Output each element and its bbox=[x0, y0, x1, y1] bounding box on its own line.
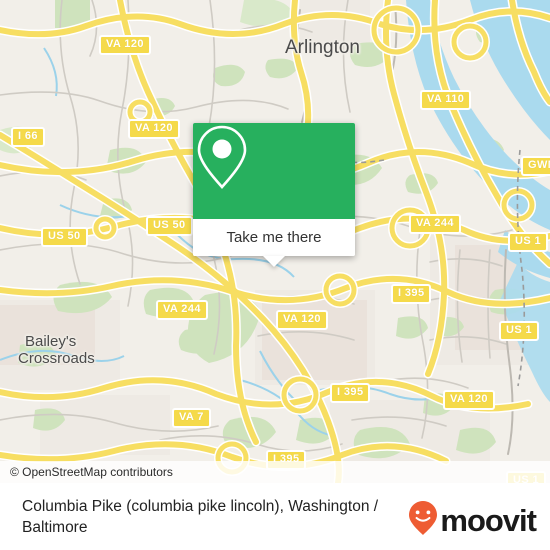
road-shield-i395-1: I 395 bbox=[391, 284, 432, 304]
place-label-crossroads: Crossroads bbox=[18, 350, 95, 367]
popup-action-row[interactable]: Take me there bbox=[193, 219, 355, 256]
map-attribution-bar: © OpenStreetMap contributors bbox=[0, 461, 550, 483]
road-shield-us1-2: US 1 bbox=[499, 321, 540, 341]
road-shield-va7: VA 7 bbox=[172, 408, 211, 428]
take-me-there-popup[interactable]: Take me there bbox=[193, 123, 355, 267]
road-shield-us50-2: US 50 bbox=[41, 227, 88, 247]
road-shield-va110: VA 110 bbox=[420, 90, 472, 110]
place-label-arlington: Arlington bbox=[285, 37, 360, 58]
moovit-logo[interactable]: moovit bbox=[408, 500, 537, 541]
road-shield-va244-1: VA 244 bbox=[409, 214, 461, 234]
osm-attribution-text[interactable]: © OpenStreetMap contributors bbox=[0, 465, 173, 479]
moovit-wordmark: moovit bbox=[440, 502, 537, 538]
place-label-baileys: Bailey's bbox=[25, 333, 77, 350]
road-shield-va120-1: VA 120 bbox=[99, 35, 151, 55]
popup-tail-pointer bbox=[263, 256, 285, 267]
road-shield-gwm: GWM bbox=[521, 156, 550, 176]
footer-bar: Columbia Pike (columbia pike lincoln), W… bbox=[0, 483, 550, 550]
road-shield-va120-2: VA 120 bbox=[128, 119, 180, 139]
screenshot-root: VA 120 VA 110 VA 120 I 66 GWM US 50 US 5… bbox=[0, 0, 550, 550]
road-shield-i395-2: I 395 bbox=[330, 383, 371, 403]
road-shield-us1-1: US 1 bbox=[508, 232, 549, 252]
road-shield-va120-3: VA 120 bbox=[276, 310, 328, 330]
road-shield-va244-2: VA 244 bbox=[156, 300, 208, 320]
road-shield-va120-4: VA 120 bbox=[443, 390, 495, 410]
road-shield-i66: I 66 bbox=[11, 127, 45, 147]
location-title: Columbia Pike (columbia pike lincoln), W… bbox=[22, 497, 379, 536]
moovit-pin-icon bbox=[408, 500, 438, 541]
take-me-there-label: Take me there bbox=[226, 229, 322, 246]
map-canvas[interactable]: VA 120 VA 110 VA 120 I 66 GWM US 50 US 5… bbox=[0, 0, 550, 483]
road-shield-us50-1: US 50 bbox=[146, 216, 193, 236]
popup-header bbox=[193, 123, 355, 219]
